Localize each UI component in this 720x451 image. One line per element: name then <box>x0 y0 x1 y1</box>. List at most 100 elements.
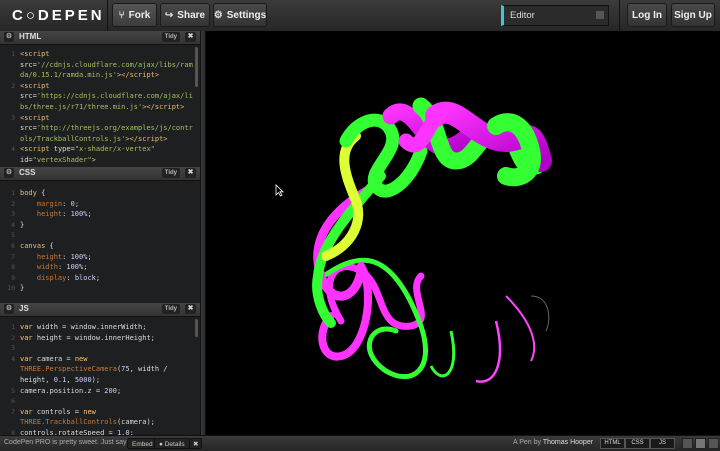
code-line: THREE.PerspectiveCamera(75, width / <box>20 365 168 374</box>
scrollbar[interactable] <box>195 47 198 87</box>
toggle-html-button[interactable]: HTML <box>600 438 625 449</box>
line-number: 1 <box>11 323 15 331</box>
code-line: } <box>20 284 25 293</box>
code-line: var width = window.innerWidth; <box>20 323 147 331</box>
line-number: 3 <box>11 344 15 353</box>
line-number: 4 <box>11 354 15 363</box>
signup-button[interactable]: Sign Up <box>671 3 715 27</box>
code-line: var height = window.innerHeight; <box>20 333 155 342</box>
close-icon[interactable]: ✖ <box>185 168 196 178</box>
code-line: width: 100%; <box>36 263 88 272</box>
code-line: height, 0.1, 5000); <box>20 376 101 384</box>
layout-left-icon[interactable] <box>695 438 706 449</box>
layout-right-icon[interactable] <box>708 438 719 449</box>
bottom-bar: CodePen PRO is pretty sweet. Just saying… <box>0 435 720 451</box>
code-line: da/0.15.1/ramda.min.js'></script> <box>20 71 160 80</box>
line-number: 8 <box>11 263 15 272</box>
code-line: <script <box>20 113 50 122</box>
line-number: 1 <box>11 50 15 58</box>
close-icon[interactable]: ✖ <box>185 32 196 42</box>
gear-icon[interactable]: ⚙ <box>4 168 14 178</box>
code-line: height: 100%; <box>36 210 92 219</box>
codepen-logo[interactable]: C○DEPEN <box>12 7 105 24</box>
line-number: 2 <box>11 81 15 90</box>
code-line: src='//cdnjs.cloudflare.com/ajax/libs/ra… <box>20 60 193 69</box>
line-number: 8 <box>11 429 15 435</box>
line-number: 2 <box>11 199 15 208</box>
editor-column: ⚙ HTML Tidy ✖ 1 <script src='//cdnjs.cloud… <box>0 31 202 435</box>
toggle-js-button[interactable]: JS <box>650 438 675 449</box>
html-pane-header: ⚙ HTML Tidy ✖ <box>0 31 200 45</box>
line-number: 5 <box>11 386 15 395</box>
layout-top-icon[interactable] <box>682 438 693 449</box>
gear-icon: ⚙ <box>213 9 223 21</box>
tidy-button[interactable]: Tidy <box>161 304 180 314</box>
code-line: <script type="x-shader/x-vertex" <box>20 145 155 154</box>
scrollbar[interactable] <box>195 319 198 337</box>
close-icon[interactable]: ✖ <box>189 438 203 449</box>
code-line: src='https://cdnjs.cloudflare.com/ajax/l… <box>20 92 193 101</box>
result-preview[interactable] <box>206 31 720 435</box>
code-line: src='http://threejs.org/examples/js/cont… <box>20 124 193 133</box>
code-line: <script <box>20 81 50 90</box>
pro-promo-link[interactable]: CodePen PRO is pretty sweet. Just saying… <box>4 439 138 446</box>
divider <box>107 0 108 31</box>
code-line: body { <box>20 189 46 197</box>
code-line: var camera = new <box>20 354 88 363</box>
code-line: height: 100%; <box>36 252 92 261</box>
line-number: 2 <box>11 333 15 342</box>
pane-title: CSS <box>19 168 36 177</box>
code-line: id="vertexShader"> <box>20 156 96 164</box>
js-pane-header: ⚙ JS Tidy ✖ <box>0 303 200 317</box>
line-number: 7 <box>11 407 15 416</box>
mouse-cursor <box>275 184 284 197</box>
code-line: camera.position.z = 200; <box>20 386 122 395</box>
line-number: 6 <box>11 242 15 250</box>
css-editor-pane: ⚙ CSS Tidy ✖ 1 body { 2 margin: 0; 3 height… <box>0 167 200 300</box>
tidy-button[interactable]: Tidy <box>161 168 180 178</box>
pen-credit: A Pen by Thomas Hooper <box>513 439 594 446</box>
close-icon[interactable]: ✖ <box>185 304 196 314</box>
fork-button[interactable]: ⑂ Fork <box>112 3 157 27</box>
top-bar: C○DEPEN ⑂ Fork ↪ Share ⚙ Settings Editor… <box>0 0 720 32</box>
gear-icon[interactable]: ⚙ <box>4 32 14 42</box>
toggle-css-button[interactable]: CSS <box>625 438 650 449</box>
author-link[interactable]: Thomas Hooper <box>543 439 593 446</box>
share-button[interactable]: ↪ Share <box>160 3 210 27</box>
line-number: 3 <box>11 210 15 219</box>
details-button[interactable]: ● Details <box>154 438 190 449</box>
code-line: } <box>20 220 25 229</box>
line-number: 7 <box>11 252 15 261</box>
share-icon: ↪ <box>164 9 174 21</box>
line-number: 6 <box>11 397 15 406</box>
fork-icon: ⑂ <box>118 9 125 21</box>
divider <box>619 0 620 31</box>
grid-icon <box>596 11 604 19</box>
code-line: <script <box>20 50 50 58</box>
tidy-button[interactable]: Tidy <box>161 32 180 42</box>
pane-title: HTML <box>19 32 42 41</box>
code-line: bs/three.js/r71/three.min.js'></script> <box>20 103 185 111</box>
code-line: display: block; <box>36 273 101 282</box>
code-line: THREE.TrackballControls(camera); <box>20 418 155 427</box>
gear-icon[interactable]: ⚙ <box>4 304 14 314</box>
settings-button[interactable]: ⚙ Settings <box>213 3 267 27</box>
line-number: 4 <box>11 145 15 154</box>
line-number: 10 <box>7 284 15 293</box>
code-line: canvas { <box>20 242 54 250</box>
line-number: 5 <box>11 231 15 240</box>
code-line: margin: 0; <box>36 199 80 208</box>
login-button[interactable]: Log In <box>627 3 667 27</box>
line-number: 3 <box>11 113 15 122</box>
html-editor-pane: ⚙ HTML Tidy ✖ 1 <script src='//cdnjs.cloud… <box>0 31 200 164</box>
view-select[interactable]: Editor <box>501 5 609 26</box>
knot-render <box>312 97 552 383</box>
line-number: 9 <box>11 273 15 282</box>
code-line: ols/TrackballControls.js'></script> <box>20 134 168 143</box>
pane-title: JS <box>19 304 29 313</box>
css-pane-header: ⚙ CSS Tidy ✖ <box>0 167 200 181</box>
code-line: controls.rotateSpeed = 1.0; <box>20 429 134 435</box>
js-editor-pane: ⚙ JS Tidy ✖ 1 var width = window.innerWid… <box>0 303 200 435</box>
line-number: 1 <box>11 189 15 197</box>
code-line: var controls = new <box>20 407 96 416</box>
